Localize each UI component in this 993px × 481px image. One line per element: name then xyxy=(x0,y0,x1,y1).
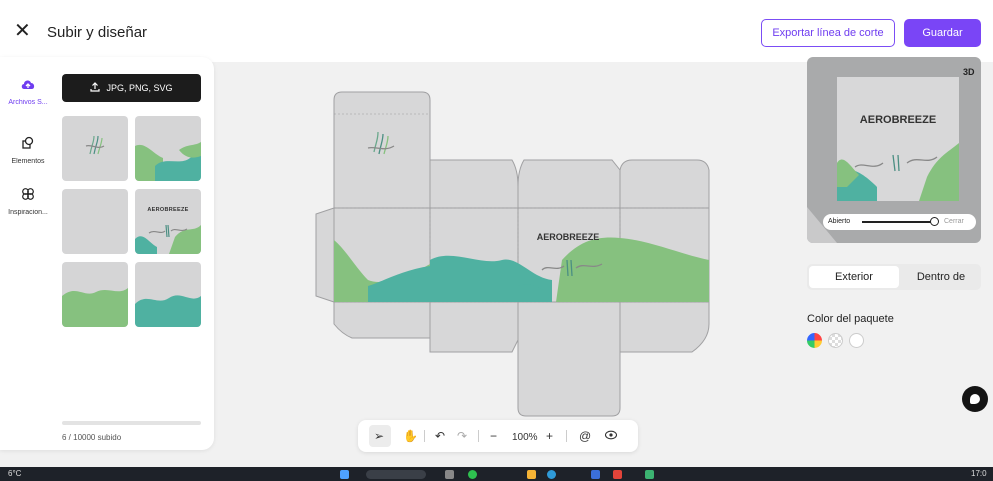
shapes-icon xyxy=(0,136,56,154)
cloud-upload-icon xyxy=(0,79,56,95)
zoom-level: 100% xyxy=(512,432,538,443)
divider xyxy=(478,430,479,442)
sidebar-item-uploads[interactable]: Archivos S... xyxy=(0,79,56,106)
box-dieline[interactable]: AEROBREEZE xyxy=(312,90,712,420)
upload-thumbnail[interactable] xyxy=(62,189,128,254)
slider-open-label: Abierto xyxy=(828,218,851,225)
os-taskbar: 6°C 17:0 xyxy=(0,467,993,481)
hand-icon[interactable]: ✋ xyxy=(403,428,418,444)
upload-thumbnail[interactable]: AEROBREEZE xyxy=(135,189,201,254)
preview-brand-text: AEROBREEZE xyxy=(860,114,936,126)
upload-thumbnail[interactable] xyxy=(62,116,128,181)
top-bar: ✕ Subir y diseñar Exportar línea de cort… xyxy=(0,0,993,62)
save-button[interactable]: Guardar xyxy=(904,19,981,47)
upload-count: 6 / 10000 subido xyxy=(62,433,122,442)
upload-thumbnail[interactable] xyxy=(62,262,128,327)
redo-icon[interactable]: ↷ xyxy=(457,428,467,444)
taskbar-app-icon[interactable] xyxy=(527,470,536,479)
select-icon[interactable]: ➢ xyxy=(374,428,384,444)
upload-icon xyxy=(90,82,101,94)
zoom-in-icon[interactable]: + xyxy=(546,428,553,444)
taskbar-search[interactable] xyxy=(366,470,426,479)
undo-icon[interactable]: ↶ xyxy=(435,428,445,444)
divider xyxy=(424,430,425,442)
sidebar-item-elements[interactable]: Elementos xyxy=(0,136,56,165)
weather-text: 6°C xyxy=(8,469,22,478)
upload-thumbnail[interactable] xyxy=(135,262,201,327)
chat-icon[interactable] xyxy=(962,386,988,412)
dieline-brand-text: AEROBREEZE xyxy=(537,232,600,242)
start-icon[interactable] xyxy=(340,470,349,479)
swatch-transparent[interactable] xyxy=(828,333,843,348)
taskbar-app-icon[interactable] xyxy=(645,470,654,479)
sparkle-icon xyxy=(0,187,56,205)
canvas-toolbar: ➢ ✋ ↶ ↷ − 100% + @ xyxy=(358,420,638,452)
thumbnail-brand-text: AEROBREEZE xyxy=(147,207,189,213)
tab-exterior[interactable]: Exterior xyxy=(809,266,899,288)
sidebar-item-label: Inspiracion... xyxy=(8,209,48,216)
export-cutline-button[interactable]: Exportar línea de corte xyxy=(761,19,895,47)
sidebar-item-label: Elementos xyxy=(11,158,45,165)
thumbnail-scrollbar[interactable] xyxy=(62,421,201,425)
slider-close-label: Cerrar xyxy=(944,218,964,225)
close-icon[interactable]: ✕ xyxy=(14,21,31,41)
swatch-multicolor[interactable] xyxy=(807,333,822,348)
upload-files-button[interactable]: JPG, PNG, SVG xyxy=(62,74,201,102)
sidebar-item-label: Archivos S... xyxy=(8,99,48,106)
page-title: Subir y diseñar xyxy=(47,24,148,41)
tab-inside[interactable]: Dentro de xyxy=(901,264,981,290)
at-icon[interactable]: @ xyxy=(579,428,591,444)
upload-thumbnail[interactable] xyxy=(135,116,201,181)
sidebar-item-inspiration[interactable]: Inspiracion... xyxy=(0,187,56,216)
taskbar-app-icon[interactable] xyxy=(445,470,454,479)
slider-track[interactable] xyxy=(862,221,934,223)
taskbar-app-icon[interactable] xyxy=(613,470,622,479)
package-color-title: Color del paquete xyxy=(807,313,894,325)
taskbar-app-icon[interactable] xyxy=(468,470,477,479)
taskbar-app-icon[interactable] xyxy=(591,470,600,479)
divider xyxy=(566,430,567,442)
taskbar-clock: 17:0 xyxy=(971,469,987,478)
upload-button-label: JPG, PNG, SVG xyxy=(106,83,173,93)
slider-handle[interactable] xyxy=(930,217,939,226)
swatch-white[interactable] xyxy=(849,333,864,348)
3d-badge[interactable]: 3D xyxy=(963,67,975,77)
eye-icon[interactable] xyxy=(604,428,618,444)
zoom-out-icon[interactable]: − xyxy=(490,428,497,444)
taskbar-app-icon[interactable] xyxy=(547,470,556,479)
side-tabs: Exterior Dentro de xyxy=(807,264,981,290)
